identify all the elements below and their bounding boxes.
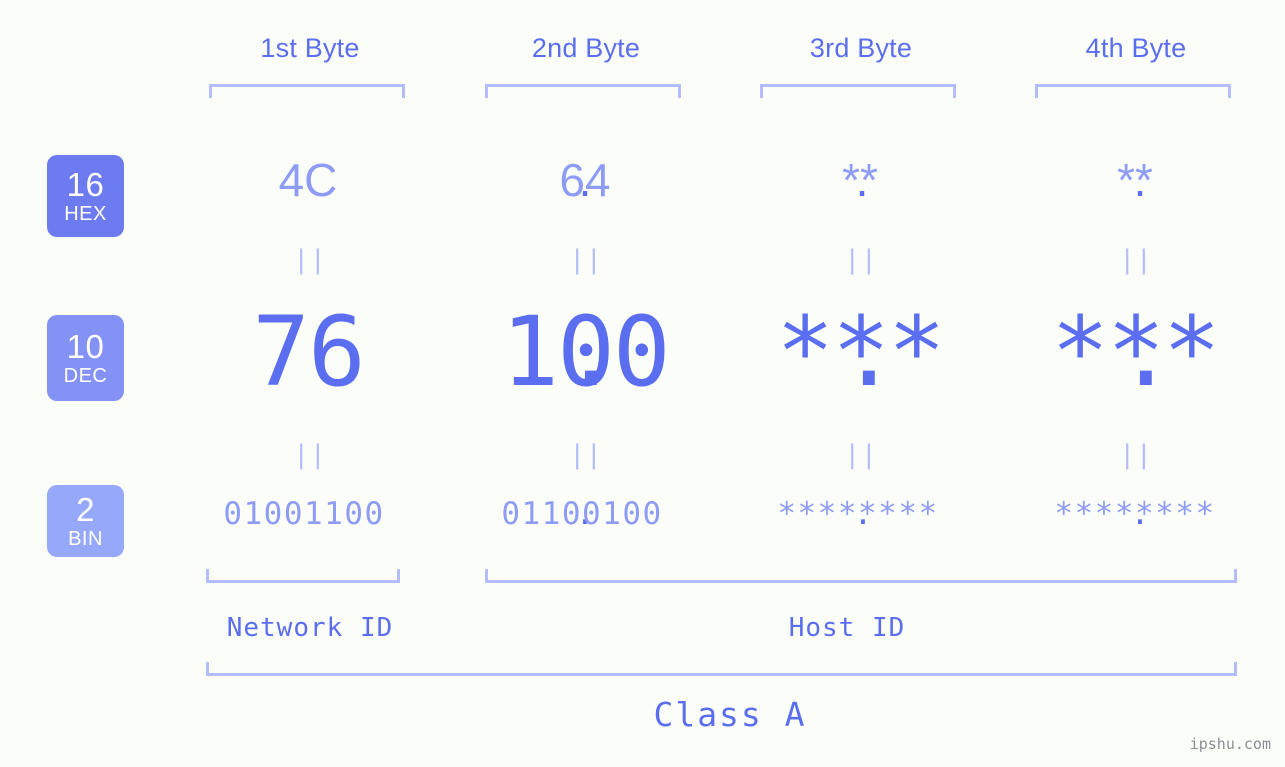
site-watermark: ipshu.com [1189, 735, 1271, 753]
class-label: Class A [653, 695, 807, 734]
network-id-bracket [206, 569, 400, 583]
class-bracket [206, 662, 1237, 676]
bin-byte-4: ******** [1054, 496, 1216, 532]
hex-byte-4: ** [1117, 154, 1153, 206]
byte-bracket-3 [760, 84, 956, 98]
byte-label-3: 3rd Byte [809, 33, 913, 63]
bin-byte-1: 01001100 [223, 496, 385, 532]
byte-label-4: 4th Byte [1085, 33, 1187, 63]
equals-mark-dec-bin-4: || [1119, 440, 1153, 470]
equals-mark-hex-dec-3: || [844, 245, 878, 275]
byte-label-2: 2nd Byte [531, 33, 641, 63]
hex-byte-3: ** [842, 154, 878, 206]
base-badge-hex: 16 HEX [47, 155, 124, 237]
bin-byte-3: ******** [777, 496, 939, 532]
base-badge-bin: 2 BIN [47, 485, 124, 557]
equals-mark-dec-bin-1: || [293, 440, 327, 470]
dec-byte-2: 100 [501, 296, 670, 408]
equals-mark-hex-dec-4: || [1119, 245, 1153, 275]
byte-bracket-1 [209, 84, 405, 98]
hex-byte-1: 4C [278, 154, 338, 206]
host-id-label: Host ID [788, 613, 906, 643]
dec-byte-3: *** [776, 296, 945, 408]
equals-mark-dec-bin-2: || [569, 440, 603, 470]
equals-mark-hex-dec-1: || [293, 245, 327, 275]
dec-byte-1: 76 [252, 296, 366, 408]
byte-label-1: 1st Byte [260, 33, 360, 63]
network-id-label: Network ID [226, 613, 394, 643]
base-badge-bin-abbr: BIN [68, 528, 103, 550]
base-badge-bin-number: 2 [76, 491, 95, 528]
base-badge-dec-abbr: DEC [63, 365, 108, 387]
base-badge-dec: 10 DEC [47, 315, 124, 401]
bin-byte-2: 01100100 [501, 496, 663, 532]
base-badge-dec-number: 10 [66, 328, 105, 365]
base-badge-hex-number: 16 [66, 166, 105, 203]
host-id-bracket [485, 569, 1237, 583]
equals-mark-hex-dec-2: || [569, 245, 603, 275]
base-badge-hex-abbr: HEX [64, 203, 107, 225]
byte-bracket-4 [1035, 84, 1231, 98]
equals-mark-dec-bin-3: || [844, 440, 878, 470]
byte-bracket-2 [485, 84, 681, 98]
ip-address-byte-diagram: 1st Byte 2nd Byte 3rd Byte 4th Byte 16 H… [0, 0, 1285, 767]
dec-byte-4: *** [1051, 296, 1220, 408]
hex-byte-2: 64 [559, 154, 611, 206]
